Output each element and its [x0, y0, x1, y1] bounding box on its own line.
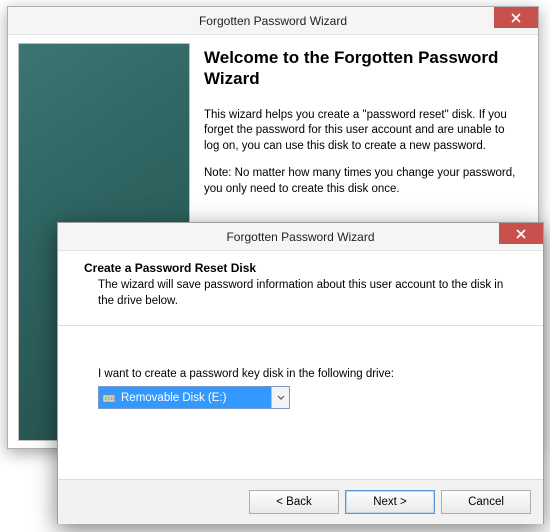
window-body: Create a Password Reset Disk The wizard …: [58, 251, 543, 524]
page-subheading: The wizard will save password informatio…: [84, 278, 517, 309]
wizard-note: Note: No matter how many times you chang…: [204, 166, 522, 197]
wizard-main-area: I want to create a password key disk in …: [58, 326, 543, 479]
window-title: Forgotten Password Wizard: [8, 14, 538, 28]
back-button[interactable]: < Back: [249, 490, 339, 514]
wizard-paragraph: This wizard helps you create a "password…: [204, 108, 522, 155]
titlebar: Forgotten Password Wizard: [58, 223, 543, 251]
wizard-window-create-disk: Forgotten Password Wizard Create a Passw…: [57, 222, 544, 524]
chevron-down-icon: [271, 387, 289, 408]
wizard-header-area: Create a Password Reset Disk The wizard …: [58, 251, 543, 317]
close-button[interactable]: [494, 7, 538, 28]
next-button[interactable]: Next >: [345, 490, 435, 514]
drive-prompt-label: I want to create a password key disk in …: [98, 368, 517, 380]
wizard-button-row: < Back Next > Cancel: [58, 479, 543, 524]
close-button[interactable]: [499, 223, 543, 244]
titlebar: Forgotten Password Wizard: [8, 7, 538, 35]
cancel-button[interactable]: Cancel: [441, 490, 531, 514]
drive-select[interactable]: Removable Disk (E:): [98, 386, 290, 409]
drive-select-value: Removable Disk (E:): [121, 392, 226, 404]
removable-disk-icon: [101, 390, 117, 406]
wizard-heading: Welcome to the Forgotten Password Wizard: [204, 47, 522, 90]
drive-select-selected: Removable Disk (E:): [99, 387, 271, 408]
close-icon: [516, 229, 526, 239]
window-title: Forgotten Password Wizard: [58, 230, 543, 244]
close-icon: [511, 13, 521, 23]
page-heading: Create a Password Reset Disk: [84, 261, 517, 275]
